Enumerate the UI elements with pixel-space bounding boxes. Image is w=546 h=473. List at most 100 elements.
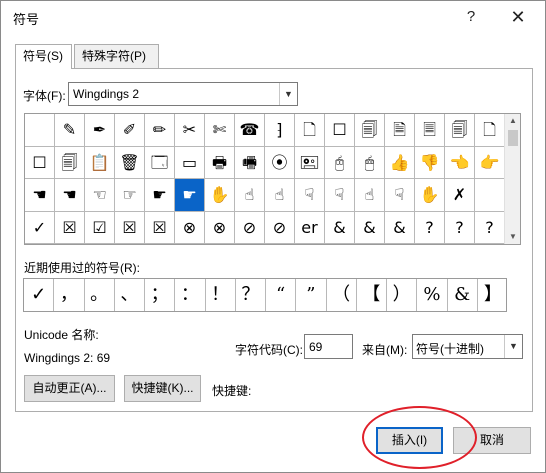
tab-special-characters[interactable]: 特殊字符(P) — [74, 44, 159, 68]
symbol-cell[interactable]: ⊘ — [235, 211, 265, 244]
symbol-cell[interactable]: 👉 — [475, 146, 505, 179]
symbol-cell[interactable]: ▭ — [175, 146, 205, 179]
symbol-cell[interactable]: 🗐 — [445, 114, 475, 147]
symbol-cell[interactable]: 🖭 — [295, 146, 325, 179]
symbol-cell[interactable]: ? — [415, 211, 445, 244]
symbol-cell[interactable]: ✓ — [25, 211, 55, 244]
scroll-up-icon[interactable]: ▲ — [505, 114, 521, 128]
symbol-cell[interactable]: 🗋 — [475, 114, 505, 147]
font-select[interactable]: Wingdings 2 ▼ — [68, 82, 298, 106]
symbol-cell[interactable]: ⊘ — [265, 211, 295, 244]
symbol-cell[interactable]: 🖱 — [355, 146, 385, 179]
symbol-cell[interactable] — [475, 179, 505, 212]
symbol-cell[interactable]: ☒ — [55, 211, 85, 244]
symbol-cell[interactable]: ☑ — [85, 211, 115, 244]
symbol-cell[interactable]: ☛ — [145, 179, 175, 212]
scroll-thumb[interactable] — [508, 130, 518, 146]
recent-symbol-cell[interactable]: 【 — [357, 279, 387, 311]
symbol-cell[interactable]: ⊗ — [175, 211, 205, 244]
symbol-cell[interactable]: 🗎 — [385, 114, 415, 147]
symbol-grid: ✎ ✒ ✐ ✏ ✂ ✄ ☎ ⁆ 🗋 ☐ 🗐 🗎 🗏 🗐 🗋 ☐ 🗐 📋 🗑 🗔 ▭ 🖶 🖷 ⦿ 🖭 🖰 🖱 👍 👎 👈 👉 ☚ ☚ ☜ ☞ ☛ ☛ ✋ ☝ ☝… — [24, 113, 521, 245]
recent-symbol-cell[interactable]: ？ — [236, 279, 266, 311]
symbol-cell[interactable] — [25, 114, 55, 147]
insert-button[interactable]: 插入(I) — [376, 427, 443, 454]
symbol-cell[interactable]: 👎 — [415, 146, 445, 179]
symbol-cell[interactable]: ☝ — [265, 179, 295, 212]
recent-symbol-cell[interactable]: ） — [387, 279, 418, 311]
from-select[interactable]: 符号(十进制) ▼ — [412, 334, 523, 359]
symbol-cell[interactable]: 🖶 — [205, 146, 235, 179]
autocorrect-button[interactable]: 自动更正(A)... — [24, 375, 115, 402]
recent-symbol-cell[interactable]: ！ — [206, 279, 236, 311]
symbol-cell[interactable]: ☛ — [175, 179, 205, 212]
symbol-cell[interactable]: ✋ — [415, 179, 445, 212]
symbol-cell[interactable]: 📋 — [85, 146, 115, 179]
symbol-cell[interactable]: 🗏 — [415, 114, 445, 147]
symbol-cell[interactable]: ☚ — [55, 179, 85, 212]
recent-symbol-cell[interactable]: 】 — [478, 279, 508, 311]
symbol-cell[interactable]: ☒ — [145, 211, 175, 244]
symbol-grid-scrollbar[interactable]: ▲ ▼ — [504, 114, 520, 244]
symbol-cell[interactable]: 🗐 — [355, 114, 385, 147]
symbol-cell[interactable]: & — [325, 211, 355, 244]
recent-symbol-cell[interactable]: ✓ — [24, 279, 55, 311]
symbol-cell[interactable]: 👍 — [385, 146, 415, 179]
symbol-cell[interactable]: ☟ — [295, 179, 325, 212]
symbol-cell[interactable]: 🗐 — [55, 146, 85, 179]
symbol-cell[interactable]: ☐ — [325, 114, 355, 147]
recent-symbol-cell[interactable]: 。 — [85, 279, 115, 311]
recent-symbol-cell[interactable]: 、 — [115, 279, 145, 311]
symbol-cell[interactable]: ✐ — [115, 114, 145, 147]
symbol-cell[interactable]: ☜ — [85, 179, 115, 212]
symbol-cell[interactable]: ✎ — [55, 114, 85, 147]
symbol-cell[interactable]: ⊗ — [205, 211, 235, 244]
symbol-cell[interactable]: ⦿ — [265, 146, 295, 179]
symbol-cell[interactable]: ☞ — [115, 179, 145, 212]
recent-symbol-cell[interactable]: % — [417, 279, 448, 311]
symbol-cell[interactable]: 🗋 — [295, 114, 325, 147]
symbol-cell[interactable]: ✏ — [145, 114, 175, 147]
scroll-down-icon[interactable]: ▼ — [505, 230, 521, 244]
recent-symbol-cell[interactable]: ” — [296, 279, 327, 311]
symbol-cell[interactable]: ☝ — [355, 179, 385, 212]
tab-symbols[interactable]: 符号(S) — [15, 44, 72, 69]
recent-symbol-cell[interactable]: ： — [175, 279, 206, 311]
recent-symbol-cell[interactable]: “ — [266, 279, 297, 311]
symbol-cell[interactable]: ✋ — [205, 179, 235, 212]
symbol-cell[interactable]: ☟ — [385, 179, 415, 212]
symbol-grid-cells: ✎ ✒ ✐ ✏ ✂ ✄ ☎ ⁆ 🗋 ☐ 🗐 🗎 🗏 🗐 🗋 ☐ 🗐 📋 🗑 🗔 ▭ 🖶 🖷 ⦿ 🖭 🖰 🖱 👍 👎 👈 👉 ☚ ☚ ☜ ☞ ☛ ☛ ✋ ☝ ☝… — [25, 114, 505, 244]
chevron-down-icon[interactable]: ▼ — [504, 335, 522, 358]
shortcut-key-button[interactable]: 快捷键(K)... — [124, 375, 201, 402]
recent-symbol-cell[interactable]: ， — [54, 279, 85, 311]
recent-symbol-cell[interactable]: （ — [327, 279, 357, 311]
symbol-cell[interactable]: ✒ — [85, 114, 115, 147]
symbol-cell[interactable]: ✄ — [205, 114, 235, 147]
help-button[interactable]: ? — [456, 5, 486, 29]
symbol-cell[interactable]: ⁆ — [265, 114, 295, 147]
symbol-cell[interactable]: ☟ — [325, 179, 355, 212]
symbol-cell[interactable]: 👈 — [445, 146, 475, 179]
recent-symbol-cell[interactable]: & — [448, 279, 478, 311]
symbol-cell[interactable]: ✂ — [175, 114, 205, 147]
close-button[interactable]: ✕ — [503, 5, 533, 29]
symbol-cell[interactable]: ? — [475, 211, 505, 244]
cancel-button[interactable]: 取消 — [453, 427, 531, 454]
chevron-down-icon[interactable]: ▼ — [279, 83, 297, 105]
symbol-dialog: 符号 ? ✕ 符号(S) 特殊字符(P) 字体(F): Wingdings 2 … — [0, 0, 546, 473]
symbol-cell[interactable]: ✗ — [445, 179, 475, 212]
symbol-cell[interactable]: ☚ — [25, 179, 55, 212]
symbol-cell[interactable]: ☎ — [235, 114, 265, 147]
symbol-cell[interactable]: 🗔 — [145, 146, 175, 179]
recent-symbol-cell[interactable]: ； — [145, 279, 176, 311]
symbol-cell[interactable]: ? — [445, 211, 475, 244]
symbol-cell[interactable]: er — [295, 211, 325, 244]
symbol-cell[interactable]: ☒ — [115, 211, 145, 244]
symbol-cell[interactable]: & — [385, 211, 415, 244]
symbol-cell[interactable]: ☝ — [235, 179, 265, 212]
symbol-cell[interactable]: & — [355, 211, 385, 244]
symbol-cell[interactable]: 🖰 — [325, 146, 355, 179]
symbol-cell[interactable]: 🖷 — [235, 146, 265, 179]
char-code-input[interactable]: 69 — [304, 334, 353, 359]
symbol-cell[interactable]: 🗑 — [115, 146, 145, 179]
symbol-cell[interactable]: ☐ — [25, 146, 55, 179]
